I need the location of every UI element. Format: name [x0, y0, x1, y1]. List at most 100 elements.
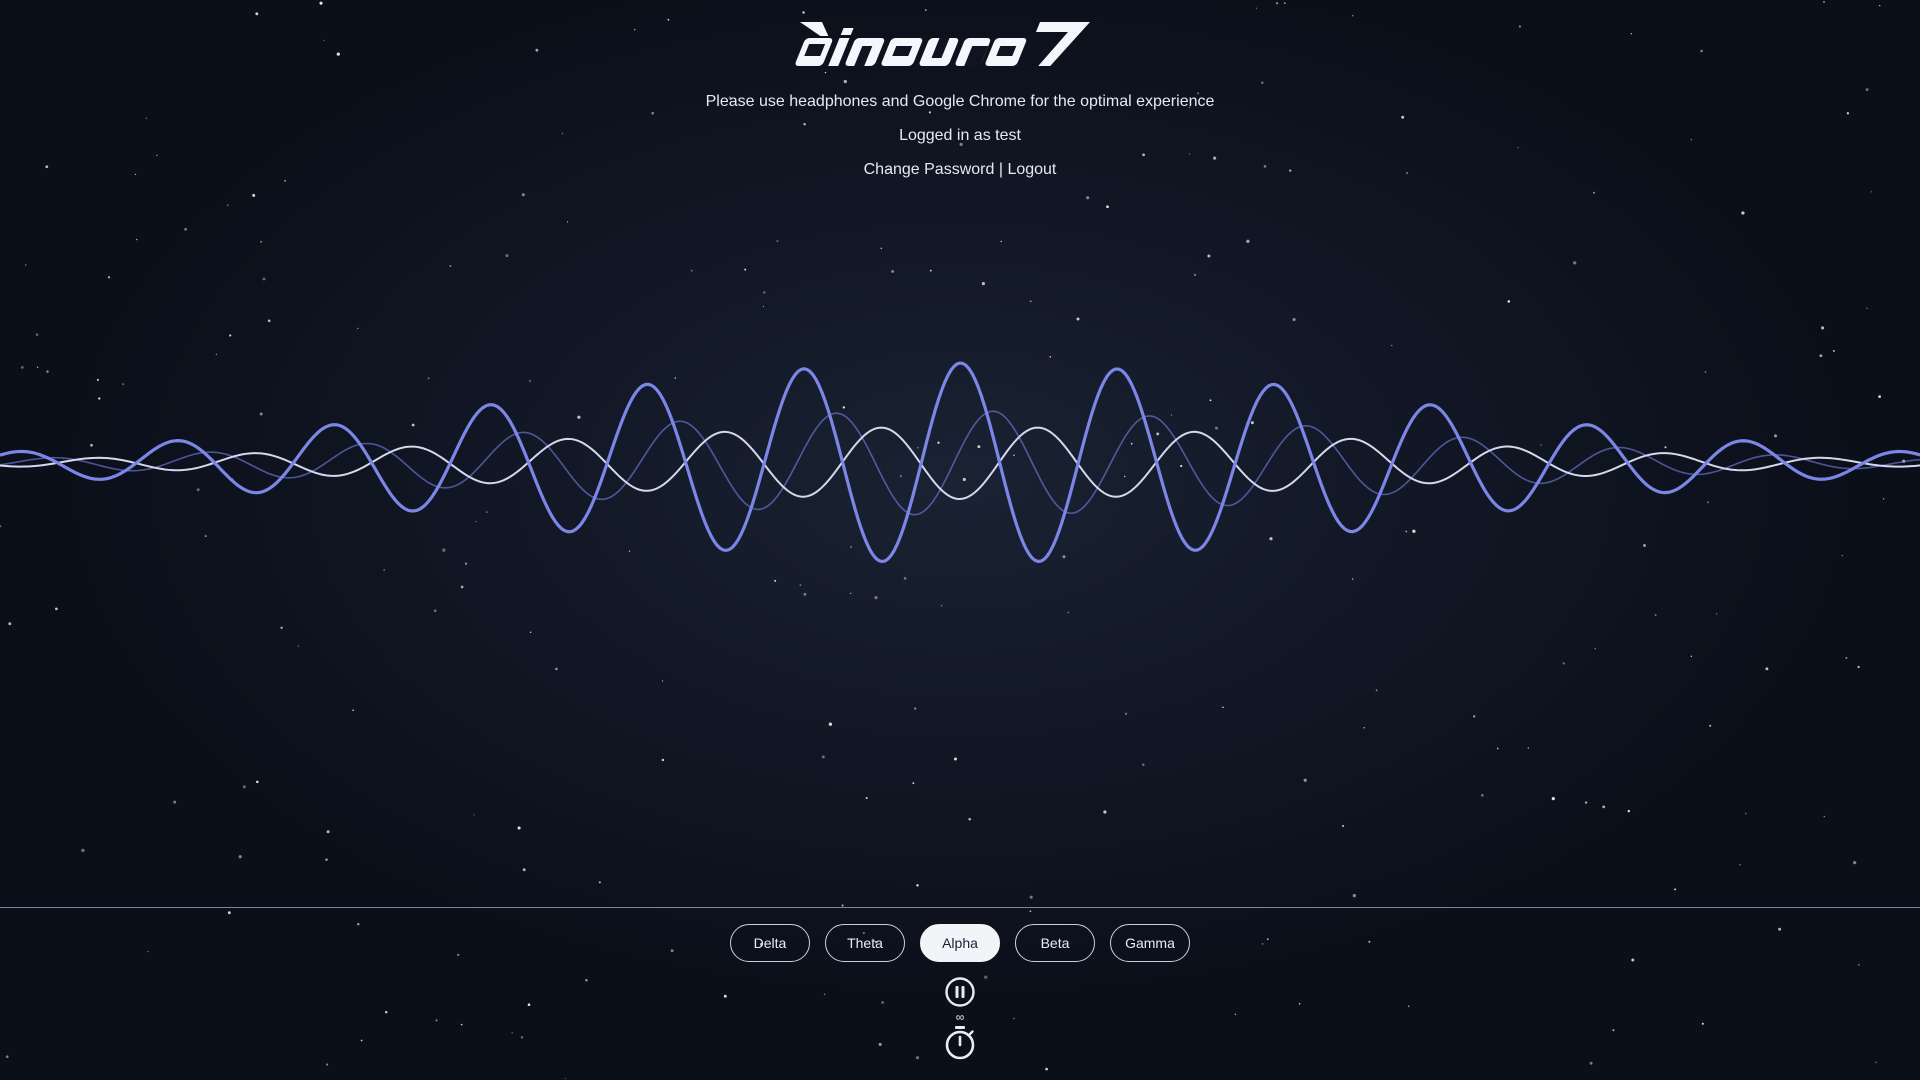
link-separator: |	[998, 161, 1003, 178]
star	[776, 240, 779, 243]
star	[1076, 317, 1080, 321]
star	[107, 276, 111, 279]
star	[252, 193, 256, 197]
star	[880, 247, 883, 250]
star	[1496, 747, 1499, 750]
star	[914, 707, 917, 710]
logout-link[interactable]: Logout	[1007, 161, 1056, 178]
star	[690, 269, 693, 272]
star	[1744, 812, 1747, 815]
star	[968, 817, 971, 821]
star	[81, 848, 85, 853]
star	[449, 264, 452, 268]
star	[357, 327, 359, 330]
change-password-link[interactable]: Change Password	[864, 161, 995, 178]
divider-line	[0, 907, 1920, 908]
band-theta-button[interactable]: Theta	[825, 924, 905, 962]
star	[744, 268, 747, 271]
pause-icon[interactable]	[944, 976, 976, 1008]
band-delta-button[interactable]: Delta	[730, 924, 810, 962]
star	[326, 1063, 329, 1066]
star	[1142, 763, 1145, 766]
star	[1207, 254, 1211, 258]
star	[762, 305, 765, 308]
star	[1363, 727, 1365, 729]
star	[227, 911, 231, 915]
star	[260, 240, 263, 243]
star	[1000, 240, 1002, 243]
star	[1029, 300, 1032, 303]
stopwatch-icon[interactable]	[943, 1025, 977, 1061]
binaural-waveform	[0, 361, 1920, 564]
star	[1690, 655, 1693, 658]
account-links: Change Password | Logout	[0, 161, 1920, 179]
band-beta-button[interactable]: Beta	[1015, 924, 1095, 962]
star	[226, 204, 229, 207]
star	[1584, 801, 1588, 804]
star	[1527, 747, 1530, 749]
playback-controls: ∞	[0, 976, 1920, 1061]
star	[1375, 689, 1378, 692]
star	[517, 826, 521, 830]
star	[1589, 1061, 1593, 1065]
star	[1351, 15, 1354, 17]
star	[564, 1077, 567, 1080]
star	[1823, 1, 1825, 3]
star	[1480, 793, 1484, 797]
duration-infinite-label: ∞	[955, 1010, 965, 1024]
star	[865, 797, 868, 799]
star	[1573, 261, 1577, 265]
star	[1292, 318, 1296, 321]
star	[1193, 273, 1197, 276]
star	[55, 607, 58, 611]
star	[1303, 778, 1307, 782]
star	[1878, 4, 1881, 7]
star	[667, 18, 670, 21]
star	[1106, 205, 1109, 209]
star	[954, 757, 957, 761]
star	[1283, 2, 1286, 4]
star	[1654, 614, 1657, 617]
star	[325, 858, 328, 861]
star	[262, 277, 266, 281]
star	[242, 785, 246, 789]
star	[929, 269, 932, 272]
star	[916, 884, 919, 887]
star	[1246, 239, 1250, 243]
star	[267, 319, 271, 323]
star	[1029, 895, 1033, 899]
band-gamma-button[interactable]: Gamma	[1110, 924, 1190, 962]
star	[1352, 893, 1356, 898]
star	[352, 709, 354, 712]
star	[433, 609, 437, 613]
star	[1857, 665, 1860, 669]
star	[1275, 2, 1279, 5]
star	[1857, 964, 1860, 966]
star	[1124, 712, 1128, 715]
star	[940, 604, 943, 607]
star	[1739, 864, 1741, 866]
star	[1602, 805, 1606, 809]
star	[1029, 910, 1032, 913]
star	[1045, 1067, 1048, 1071]
star	[1341, 824, 1345, 828]
star	[1716, 613, 1718, 615]
app-stage: Please use headphones and Google Chrome …	[0, 0, 1920, 1080]
star	[184, 227, 188, 231]
star	[598, 881, 601, 884]
star	[1821, 326, 1825, 330]
star	[1674, 888, 1677, 891]
star	[1562, 662, 1565, 665]
star	[891, 269, 895, 273]
star	[912, 782, 915, 784]
star	[238, 855, 242, 859]
waveform-primary-trace	[0, 361, 1920, 564]
star	[1823, 815, 1826, 818]
star	[280, 626, 283, 629]
band-alpha-button[interactable]: Alpha	[920, 924, 1000, 962]
star	[521, 193, 525, 197]
frequency-band-selector: Delta Theta Alpha Beta Gamma	[0, 924, 1920, 962]
star	[1551, 796, 1555, 801]
star	[828, 722, 833, 726]
star	[661, 758, 665, 762]
